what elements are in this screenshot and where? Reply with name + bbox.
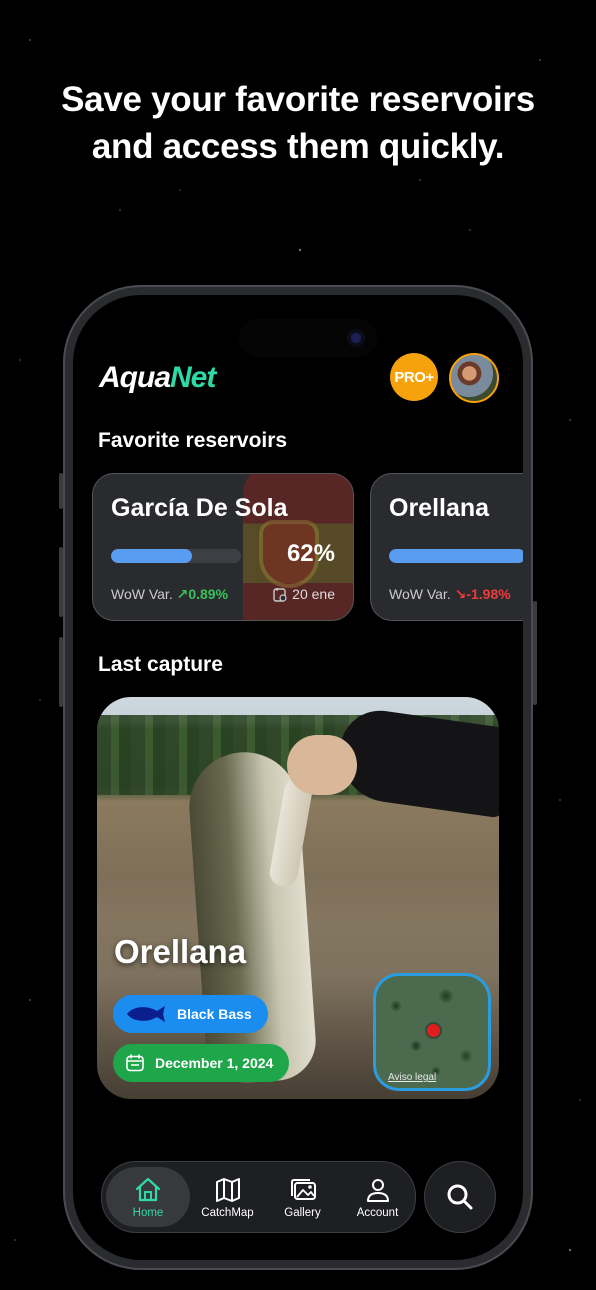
reservoir-date: 20 ene — [273, 586, 335, 602]
phone-screen: AquaNet PRO+ Favorite reservoirs García … — [73, 295, 523, 1260]
pro-plus-badge[interactable]: PRO+ — [390, 353, 438, 401]
last-capture-card[interactable]: Orellana Black Bass December 1, 2024 Avi… — [97, 697, 499, 1099]
fish-icon — [127, 1006, 165, 1022]
reservoir-percent: 62% — [286, 540, 335, 567]
reservoir-level-fill — [389, 549, 523, 563]
logo-net: Net — [170, 361, 216, 394]
camera-icon — [347, 329, 365, 347]
trend-up-icon: ↗ — [176, 586, 189, 602]
tab-catchmap-label: CatchMap — [201, 1206, 254, 1219]
calendar-clock-icon — [273, 587, 287, 602]
favorite-reservoirs-title: Favorite reservoirs — [98, 429, 288, 452]
capture-photo-hand — [287, 735, 357, 795]
reservoir-level-bar — [111, 549, 241, 563]
wow-label: WoW Var. — [111, 586, 173, 602]
calendar-icon — [126, 1054, 144, 1072]
avatar[interactable] — [449, 353, 499, 403]
reservoir-level-bar — [389, 549, 523, 563]
home-icon — [135, 1177, 161, 1201]
volume-down-button — [59, 637, 63, 707]
wow-value: -1.98% — [466, 586, 511, 602]
wow-variation: WoW Var. ↘-1.98% — [389, 586, 511, 603]
tab-gallery-label: Gallery — [284, 1206, 321, 1219]
tab-gallery[interactable]: Gallery — [265, 1167, 340, 1227]
tab-account[interactable]: Account — [340, 1167, 415, 1227]
volume-up-button — [59, 547, 63, 617]
last-capture-title: Last capture — [98, 653, 223, 676]
promo-headline: Save your favorite reservoirs and access… — [0, 76, 596, 170]
reservoir-name: Orellana — [389, 494, 490, 522]
tab-catchmap[interactable]: CatchMap — [190, 1167, 265, 1227]
account-icon — [366, 1178, 389, 1202]
tab-account-label: Account — [356, 1206, 399, 1219]
capture-place: Orellana — [114, 933, 247, 970]
wow-variation: WoW Var. ↗0.89% — [111, 586, 228, 603]
capture-date: December 1, 2024 — [155, 1055, 274, 1071]
trend-down-icon: ↘ — [454, 586, 467, 602]
gallery-icon — [290, 1178, 316, 1200]
tab-home[interactable]: Home — [106, 1167, 190, 1227]
app-logo: AquaNet — [99, 361, 216, 395]
search-button[interactable] — [424, 1161, 496, 1233]
reservoir-card[interactable]: García De Sola 62% WoW Var. ↗0.89% 20 en… — [92, 473, 354, 621]
power-button — [533, 601, 537, 705]
species-badge: Black Bass — [113, 995, 268, 1033]
wow-label: WoW Var. — [389, 586, 451, 602]
phone-frame: AquaNet PRO+ Favorite reservoirs García … — [59, 285, 537, 1270]
species-name: Black Bass — [177, 1006, 252, 1022]
capture-minimap[interactable]: Aviso legal — [373, 973, 491, 1091]
location-pin-icon — [427, 1024, 440, 1037]
headline-line-2: and access them quickly. — [91, 127, 505, 166]
map-legal-link[interactable]: Aviso legal — [388, 1072, 436, 1083]
search-icon — [447, 1184, 473, 1210]
action-button — [59, 473, 63, 509]
capture-date-badge: December 1, 2024 — [113, 1044, 290, 1082]
reservoir-level-fill — [111, 549, 192, 563]
wow-value: 0.89% — [188, 586, 229, 602]
bottom-tab-bar: Home CatchMap Gallery Account — [101, 1161, 416, 1233]
date-label: 20 ene — [292, 586, 335, 602]
reservoir-name: García De Sola — [111, 494, 288, 522]
tab-home-label: Home — [132, 1206, 164, 1219]
reservoir-card[interactable]: Orellana WoW Var. ↘-1.98% — [370, 473, 523, 621]
logo-aqua: Aqua — [99, 361, 171, 394]
headline-line-1: Save your favorite reservoirs — [61, 80, 535, 119]
map-icon — [215, 1177, 240, 1202]
dynamic-island — [239, 319, 377, 357]
